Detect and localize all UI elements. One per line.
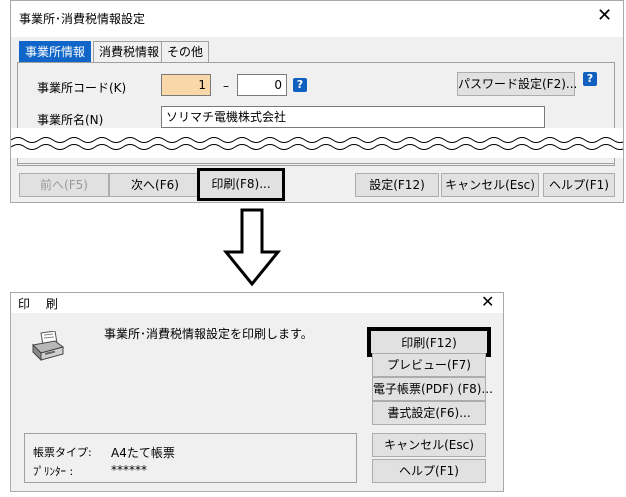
down-arrow-icon <box>222 208 282 287</box>
range-dash: – <box>223 79 229 93</box>
print-info-box: 帳票タイプ: A4たて帳票 ﾌﾟﾘﾝﾀｰ : ****** <box>24 433 357 483</box>
settings-button[interactable]: 設定(F12) <box>355 173 439 197</box>
settings-dialog: 事業所･消費税情報設定 ✕ 事業所情報 消費税情報 その他 事業所コード(K) … <box>10 0 626 203</box>
print-button[interactable]: 印刷(F8)... <box>197 168 285 201</box>
settings-title: 事業所･消費税情報設定 <box>19 12 146 26</box>
tab-office-info[interactable]: 事業所情報 <box>19 41 92 62</box>
cut-mark <box>10 128 626 158</box>
prev-button[interactable]: 前へ(F5) <box>19 173 109 197</box>
print-title: 印 刷 <box>18 297 64 311</box>
office-code-from-input[interactable]: 1 <box>161 74 211 96</box>
office-name-label: 事業所名(N) <box>37 113 104 127</box>
close-icon[interactable]: ✕ <box>481 294 494 310</box>
printer-icon <box>31 331 65 361</box>
tab-other[interactable]: その他 <box>161 41 210 62</box>
preview-button[interactable]: プレビュー(F7) <box>372 353 486 377</box>
print-titlebar: 印 刷 ✕ <box>11 293 503 313</box>
tab-panel-bottom <box>17 158 615 164</box>
form-type-value: A4たて帳票 <box>111 446 175 460</box>
close-icon[interactable]: ✕ <box>597 7 612 25</box>
question-icon[interactable]: ? <box>583 72 597 86</box>
printer-label: ﾌﾟﾘﾝﾀｰ : <box>33 465 74 478</box>
wavy-cut-lines <box>10 137 626 150</box>
settings-titlebar: 事業所･消費税情報設定 ✕ <box>11 1 623 37</box>
print-dialog: 印 刷 ✕ 事業所･消費税情報設定を印刷します。 帳票タイプ: A4たて帳票 ﾌ… <box>10 292 504 492</box>
question-icon[interactable]: ? <box>293 78 307 92</box>
office-name-input[interactable]: ソリマチ電機株式会社 <box>161 106 545 128</box>
next-button[interactable]: 次へ(F6) <box>109 173 201 197</box>
print-message: 事業所･消費税情報設定を印刷します。 <box>104 327 313 341</box>
printer-value: ****** <box>111 463 147 477</box>
office-code-label: 事業所コード(K) <box>37 81 127 95</box>
cancel-button[interactable]: キャンセル(Esc) <box>372 433 486 457</box>
tab-tax-info[interactable]: 消費税情報 <box>93 41 166 62</box>
cancel-button[interactable]: キャンセル(Esc) <box>441 173 539 197</box>
e-form-pdf-button[interactable]: 電子帳票(PDF) (F8)... <box>372 377 493 401</box>
office-code-to-input[interactable]: 0 <box>237 74 287 96</box>
help-button[interactable]: ヘルプ(F1) <box>372 459 486 483</box>
format-settings-button[interactable]: 書式設定(F6)... <box>372 401 486 425</box>
form-type-label: 帳票タイプ: <box>33 446 92 459</box>
help-button[interactable]: ヘルプ(F1) <box>543 173 615 197</box>
password-settings-button[interactable]: パスワード設定(F2)... <box>457 72 577 96</box>
